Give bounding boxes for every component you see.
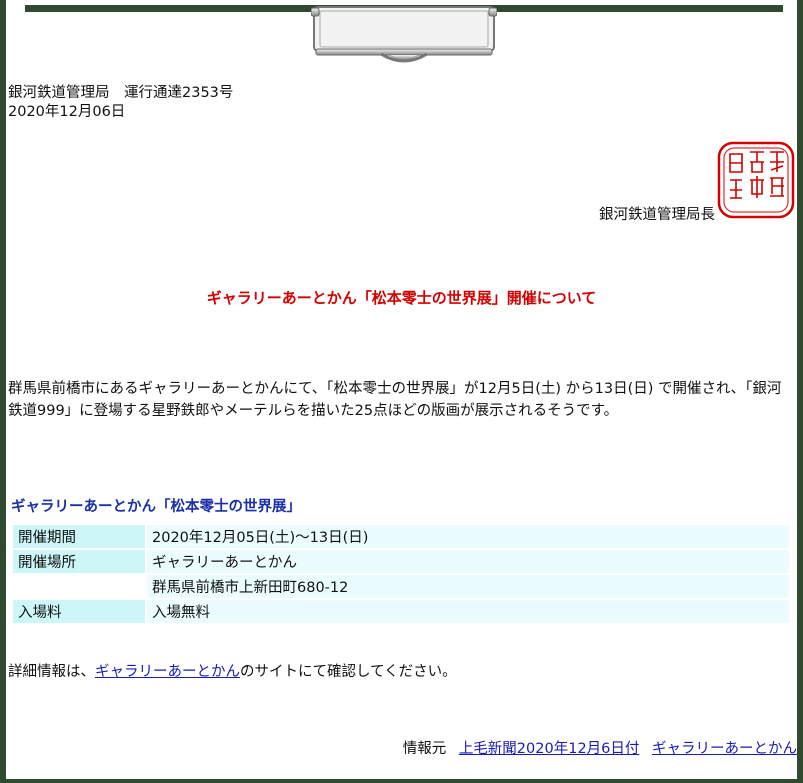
gallery-link[interactable]: ギャラリーあーとかん <box>95 664 240 680</box>
source-label: 情報元 <box>402 741 447 757</box>
row-value: ギャラリーあーとかん <box>147 550 789 573</box>
row-label: 開催期間 <box>13 525 145 548</box>
clipboard-clip-icon <box>311 6 497 63</box>
row-label <box>13 575 145 598</box>
detail-suffix: のサイトにて確認してください。 <box>240 664 457 680</box>
notice-body: 群馬県前橋市にあるギャラリーあーとかんにて、「松本零士の世界展」が12月5日(土… <box>8 381 782 419</box>
detail-info-line: 詳細情報は、ギャラリーあーとかんのサイトにて確認してください。 <box>8 660 457 681</box>
table-row: 群馬県前橋市上新田町680-12 <box>13 575 789 598</box>
row-label: 開催場所 <box>13 550 145 573</box>
issue-date: 2020年12月06日 <box>8 104 126 120</box>
row-value: 群馬県前橋市上新田町680-12 <box>147 575 789 598</box>
table-row: 開催期間 2020年12月05日(土)～13日(日) <box>13 525 789 548</box>
notice-title: ギャラリーあーとかん「松本零士の世界展」開催について <box>206 289 597 307</box>
document-page: 銀河鉄道管理局 運行通達2353号 2020年12月06日 銀河鉄道管理局長 ギ… <box>6 0 797 779</box>
event-title: ギャラリーあーとかん「松本零士の世界展」 <box>11 499 301 515</box>
notice-header: 銀河鉄道管理局 運行通達2353号 2020年12月06日 <box>8 84 233 122</box>
gallery-source-link[interactable]: ギャラリーあーとかん <box>652 741 797 757</box>
issuer-line: 銀河鉄道管理局 運行通達2353号 <box>8 85 234 101</box>
table-row: 開催場所 ギャラリーあーとかん <box>13 550 789 573</box>
detail-prefix: 詳細情報は、 <box>8 664 95 680</box>
row-label: 入場料 <box>13 600 145 623</box>
row-value: 2020年12月05日(土)～13日(日) <box>147 525 789 548</box>
newspaper-source-link[interactable]: 上毛新聞2020年12月6日付 <box>459 741 640 757</box>
row-value: 入場無料 <box>147 600 789 623</box>
source-line: 情報元 上毛新聞2020年12月6日付 ギャラリーあーとかん <box>395 737 797 758</box>
official-seal-stamp <box>717 141 795 219</box>
event-info-table: 開催期間 2020年12月05日(土)～13日(日) 開催場所 ギャラリーあーと… <box>11 523 791 625</box>
table-row: 入場料 入場無料 <box>13 600 789 623</box>
director-signature: 銀河鉄道管理局長 <box>599 207 715 223</box>
